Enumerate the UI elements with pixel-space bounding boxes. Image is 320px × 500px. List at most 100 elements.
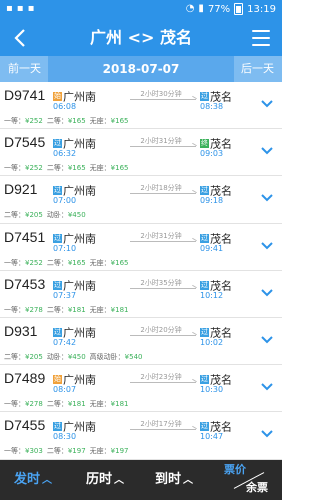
- duration: 2小时30分钟: [140, 90, 182, 98]
- duration-arrow: [130, 287, 196, 289]
- seat-price: 二等：¥181: [47, 399, 86, 409]
- sort-by-departure-tab[interactable]: 发时 ︿: [14, 460, 52, 500]
- station-type-badge: 过: [200, 233, 209, 243]
- duration: 2小时35分钟: [140, 278, 182, 287]
- seat-class-label: 无座：: [89, 400, 111, 409]
- seat-price-value: ¥450: [67, 352, 86, 361]
- sort-by-arrival-tab[interactable]: 到时 ︿: [155, 460, 193, 500]
- train-row[interactable]: D931 过广州南 07:42 2小时20分钟 过茂名 10:02 二等：¥20…: [0, 317, 282, 366]
- battery-icon: [234, 3, 244, 15]
- status-bar: ▪ ▪ ▪ ◔ ▮ 77% 13:19: [0, 0, 282, 20]
- train-row[interactable]: D9741 始广州南 06:08 2小时30分钟 过茂名 08:38 一等：¥2…: [0, 82, 282, 130]
- train-row[interactable]: D7489 始广州南 08:07 2小时23分钟 过茂名 10:30 一等：¥2…: [0, 365, 282, 413]
- station-type-badge: 终: [200, 139, 209, 149]
- chevron-down-icon[interactable]: [260, 238, 274, 252]
- duration-arrow: [130, 240, 196, 242]
- departure-time: 06:08: [53, 102, 77, 111]
- seat-price: 一等：¥252: [4, 116, 43, 126]
- seat-price: 二等：¥165: [47, 258, 86, 268]
- train-row[interactable]: D7545 过广州南 06:32 2小时31分钟 终茂名 09:03 一等：¥2…: [0, 129, 282, 177]
- arrival-time: 08:38: [200, 102, 224, 111]
- train-row[interactable]: D921 过广州南 07:00 2小时18分钟 过茂名 09:18 二等：¥20…: [0, 176, 282, 224]
- seat-class-label: 一等：: [4, 117, 25, 125]
- hamburger-menu-icon[interactable]: [252, 30, 270, 46]
- departure-time: 07:00: [53, 196, 77, 206]
- seat-price: 无座：¥165: [90, 116, 129, 126]
- seat-class-label: 动卧：: [46, 211, 68, 220]
- train-row[interactable]: D7451 过广州南 07:10 2小时31分钟 过茂名 09:41 一等：¥2…: [0, 223, 282, 271]
- arrival-time: 09:41: [200, 243, 224, 253]
- chevron-down-icon[interactable]: [260, 143, 274, 157]
- chevron-down-icon[interactable]: [260, 379, 274, 393]
- price-remaining-toggle[interactable]: 票价 余票: [222, 460, 282, 500]
- seat-class-label: 动卧：: [46, 352, 68, 361]
- seat-price: 无座：¥165: [90, 163, 129, 173]
- train-code: D921: [4, 181, 38, 198]
- train-row[interactable]: D7453 过广州南 07:37 2小时35分钟 过茂名 10:12 一等：¥2…: [0, 270, 282, 318]
- duration: 2小时17分钟: [140, 420, 182, 429]
- train-code: D931: [4, 322, 38, 339]
- battery-percent: 77%: [207, 3, 231, 15]
- seat-class-label: 一等：: [4, 164, 25, 173]
- status-right: ◔ ▮ 77% 13:19: [186, 3, 276, 15]
- seat-price: 二等：¥197: [47, 446, 86, 456]
- station-type-badge: 始: [53, 92, 62, 101]
- chevron-down-icon[interactable]: [260, 426, 274, 440]
- price-list: 一等：¥303 二等：¥197 无座：¥197: [4, 446, 132, 456]
- chevron-down-icon[interactable]: [260, 285, 274, 299]
- seat-price-value: ¥303: [25, 447, 43, 456]
- chevron-down-icon[interactable]: [260, 96, 274, 110]
- duration: 2小时23分钟: [140, 373, 182, 382]
- seat-class-label: 二等：: [4, 352, 25, 361]
- sort-by-duration-tab[interactable]: 历时 ︿: [86, 460, 124, 500]
- arrival-time: 10:47: [200, 432, 224, 442]
- seat-class-label: 高级动卧：: [89, 352, 125, 361]
- departure-time: 08:30: [53, 432, 77, 442]
- seat-price: 二等：¥205: [4, 352, 43, 362]
- station-type-badge: 过: [53, 139, 62, 149]
- arrival-time: 10:12: [200, 290, 224, 300]
- seat-price-value: ¥165: [110, 258, 129, 267]
- seat-price-value: ¥205: [25, 211, 43, 220]
- price-list: 一等：¥252 二等：¥165 无座：¥165: [4, 163, 132, 173]
- page-title: 广州 <> 茂名: [90, 28, 192, 47]
- app-header: 广州 <> 茂名: [0, 20, 282, 56]
- seat-class-label: 二等：: [46, 447, 68, 456]
- seat-price-value: ¥165: [67, 164, 86, 173]
- seat-class-label: 一等：: [4, 447, 25, 456]
- sort-arrival-label: 到时: [155, 472, 182, 487]
- arrival-time: 09:18: [200, 196, 224, 206]
- seat-price-value: ¥165: [110, 117, 129, 125]
- date-selector[interactable]: 2018-07-07: [48, 56, 234, 82]
- arrival-time: 10:30: [200, 385, 224, 395]
- departure-time: 07:37: [53, 290, 77, 300]
- seat-price: 二等：¥205: [4, 210, 43, 220]
- departure-time: 08:07: [53, 385, 77, 395]
- seat-price: 无座：¥197: [90, 446, 129, 456]
- duration: 2小时20分钟: [140, 325, 182, 334]
- station-type-badge: 过: [53, 280, 62, 290]
- duration-arrow: [130, 334, 196, 336]
- arrival-time: 09:03: [200, 149, 224, 159]
- seat-class-label: 无座：: [89, 305, 111, 314]
- station-type-badge: 过: [200, 280, 209, 290]
- next-day-button[interactable]: 后一天: [237, 59, 278, 79]
- seat-class-label: 二等：: [46, 305, 68, 314]
- seat-price: 一等：¥278: [4, 305, 43, 315]
- seat-price-value: ¥278: [25, 305, 43, 314]
- seat-class-label: 无座：: [89, 258, 111, 267]
- chevron-down-icon[interactable]: [260, 190, 274, 204]
- train-row[interactable]: D7455 过广州南 08:30 2小时17分钟 过茂名 10:47 一等：¥3…: [0, 412, 282, 460]
- seat-price: 一等：¥252: [4, 258, 43, 268]
- seat-price-value: ¥197: [67, 447, 86, 456]
- seat-class-label: 二等：: [46, 258, 68, 267]
- chevron-up-icon: ︿: [114, 475, 125, 486]
- station-type-badge: 过: [53, 233, 62, 243]
- seat-class-label: 无座：: [89, 117, 111, 125]
- station-type-badge: 过: [200, 186, 209, 196]
- sort-bar: 发时 ︿ 历时 ︿ 到时 ︿ 票价 余票: [0, 460, 282, 500]
- train-code: D7453: [4, 275, 46, 292]
- chevron-down-icon[interactable]: [260, 332, 274, 346]
- date-bar: 前一天 2018-07-07 后一天: [0, 56, 282, 82]
- prev-day-button[interactable]: 前一天: [4, 59, 45, 79]
